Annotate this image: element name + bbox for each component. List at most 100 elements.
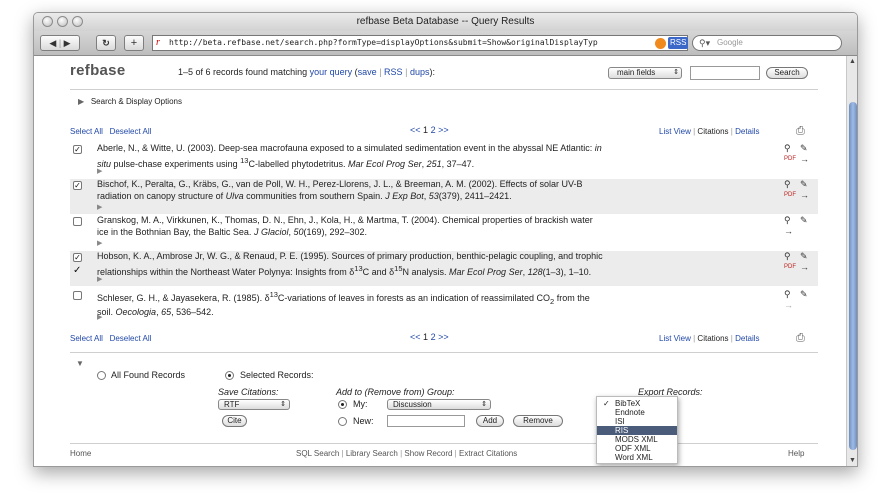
- menu-item-ris[interactable]: RIS: [597, 426, 677, 435]
- dups-link[interactable]: dups: [410, 67, 430, 77]
- expand-triangle-icon[interactable]: ▶: [97, 312, 102, 324]
- sql-search-link[interactable]: SQL Search: [296, 449, 339, 458]
- minimize-window-button[interactable]: [57, 16, 68, 27]
- deselect-all-link[interactable]: Deselect All: [110, 127, 152, 136]
- extract-citations-link[interactable]: Extract Citations: [459, 449, 517, 458]
- reload-button[interactable]: ↻: [96, 35, 116, 51]
- search-display-options-toggle[interactable]: ▶ Search & Display Options: [78, 97, 182, 106]
- expand-triangle-icon[interactable]: ▶: [97, 274, 102, 286]
- your-query-link[interactable]: your query: [310, 67, 353, 77]
- menu-item-bibtex[interactable]: ✓ BibTeX: [597, 399, 677, 408]
- edit-pencil-icon[interactable]: ✎: [800, 179, 808, 191]
- record-checkbox[interactable]: ✓: [73, 145, 82, 154]
- zoom-window-button[interactable]: [72, 16, 83, 27]
- print-icon[interactable]: ⎙: [796, 332, 805, 345]
- deselect-all-link[interactable]: Deselect All: [110, 334, 152, 343]
- record-checkbox[interactable]: ✓: [73, 253, 82, 262]
- window-controls: [42, 16, 83, 27]
- menu-item-endnote[interactable]: Endnote: [597, 408, 677, 417]
- browser-window: refbase Beta Database -- Query Results ◀…: [33, 12, 858, 467]
- magnifier-icon[interactable]: ⚲: [784, 215, 791, 227]
- scroll-down-arrow-icon[interactable]: ▼: [849, 457, 856, 464]
- new-group-input[interactable]: [387, 415, 465, 427]
- pdf-icon[interactable]: PDF: [784, 154, 796, 166]
- export-format-menu[interactable]: ✓ BibTeX Endnote ISI RIS MODS XML ODF XML…: [596, 396, 678, 464]
- selected-records-radio[interactable]: [225, 371, 234, 380]
- list-view-link[interactable]: List View: [659, 334, 691, 343]
- record-checkbox[interactable]: [73, 291, 82, 300]
- magnifier-icon[interactable]: ⚲: [784, 143, 791, 155]
- page-2-link[interactable]: 2: [431, 332, 436, 342]
- collapse-triangle-icon[interactable]: ▼: [76, 359, 84, 368]
- selection-bar-top: Select All Deselect All << 1 2 >> List V…: [70, 125, 818, 139]
- citation-format-select[interactable]: RTF ⇕: [218, 399, 290, 410]
- add-to-group-button[interactable]: Add: [476, 415, 504, 427]
- close-window-button[interactable]: [42, 16, 53, 27]
- edit-pencil-icon[interactable]: ✎: [800, 215, 808, 227]
- save-query-link[interactable]: save: [358, 67, 377, 77]
- vertical-scrollbar[interactable]: ▲ ▼: [846, 56, 857, 466]
- all-found-records-radio[interactable]: [97, 371, 106, 380]
- forward-arrow-icon[interactable]: ▶: [64, 38, 71, 48]
- query-input[interactable]: [690, 66, 760, 80]
- home-link[interactable]: Home: [70, 449, 91, 458]
- expand-triangle-icon[interactable]: ▶: [97, 202, 102, 214]
- address-bar[interactable]: r http://beta.refbase.net/search.php?for…: [152, 35, 688, 51]
- scrollbar-thumb[interactable]: [849, 102, 857, 450]
- select-all-link[interactable]: Select All: [70, 334, 103, 343]
- menu-item-odf-xml[interactable]: ODF XML: [597, 444, 677, 453]
- record-checkbox[interactable]: ✓: [73, 181, 82, 190]
- rss-link[interactable]: RSS: [384, 67, 403, 77]
- save-citations-label: Save Citations:: [218, 387, 279, 397]
- refbase-logo[interactable]: refbase: [70, 62, 125, 79]
- rss-badge[interactable]: RSS: [668, 37, 689, 49]
- expand-triangle-icon[interactable]: ▶: [97, 166, 102, 178]
- prev-page-link[interactable]: <<: [410, 125, 421, 135]
- remove-from-group-button[interactable]: Remove: [513, 415, 563, 427]
- link-arrow-icon[interactable]: →: [784, 300, 793, 312]
- menu-item-isi[interactable]: ISI: [597, 417, 677, 426]
- group-select[interactable]: Discussion ⇕: [387, 399, 491, 410]
- cite-button[interactable]: Cite: [222, 415, 247, 427]
- link-arrow-icon[interactable]: →: [800, 154, 809, 166]
- list-view-link[interactable]: List View: [659, 127, 691, 136]
- magnifier-icon[interactable]: ⚲: [784, 289, 791, 301]
- back-forward-button[interactable]: ◀ | ▶: [40, 35, 80, 51]
- next-page-link[interactable]: >>: [438, 332, 449, 342]
- details-view-link[interactable]: Details: [735, 334, 759, 343]
- new-group-radio[interactable]: [338, 417, 347, 426]
- feed-icon[interactable]: [655, 38, 666, 49]
- edit-pencil-icon[interactable]: ✎: [800, 289, 808, 301]
- edit-pencil-icon[interactable]: ✎: [800, 251, 808, 263]
- field-select[interactable]: main fields ⇕: [608, 67, 682, 79]
- menu-item-mods-xml[interactable]: MODS XML: [597, 435, 677, 444]
- pdf-icon[interactable]: PDF: [784, 190, 796, 202]
- next-page-link[interactable]: >>: [438, 125, 449, 135]
- select-all-link[interactable]: Select All: [70, 127, 103, 136]
- link-arrow-icon[interactable]: →: [800, 190, 809, 202]
- library-search-link[interactable]: Library Search: [346, 449, 398, 458]
- new-tab-button[interactable]: +: [124, 35, 144, 51]
- help-link[interactable]: Help: [788, 449, 804, 458]
- my-group-radio[interactable]: [338, 400, 347, 409]
- show-record-link[interactable]: Show Record: [404, 449, 452, 458]
- menu-item-word-xml[interactable]: Word XML: [597, 453, 677, 462]
- select-links: Select All Deselect All: [70, 334, 151, 343]
- print-icon[interactable]: ⎙: [796, 125, 805, 138]
- page-2-link[interactable]: 2: [431, 125, 436, 135]
- link-arrow-icon[interactable]: →: [800, 262, 809, 274]
- search-button[interactable]: Search: [766, 67, 808, 79]
- scroll-up-arrow-icon[interactable]: ▲: [849, 58, 856, 65]
- edit-pencil-icon[interactable]: ✎: [800, 143, 808, 155]
- link-arrow-icon[interactable]: →: [784, 226, 793, 238]
- prev-page-link[interactable]: <<: [410, 332, 421, 342]
- browser-search-field[interactable]: ⚲▾ Google: [692, 35, 842, 51]
- pdf-icon[interactable]: PDF: [784, 262, 796, 274]
- separator: |: [693, 127, 696, 136]
- magnifier-icon[interactable]: ⚲: [784, 251, 791, 263]
- divider: [70, 443, 818, 444]
- magnifier-icon[interactable]: ⚲: [784, 179, 791, 191]
- details-view-link[interactable]: Details: [735, 127, 759, 136]
- expand-triangle-icon[interactable]: ▶: [97, 238, 102, 250]
- record-checkbox[interactable]: [73, 217, 82, 226]
